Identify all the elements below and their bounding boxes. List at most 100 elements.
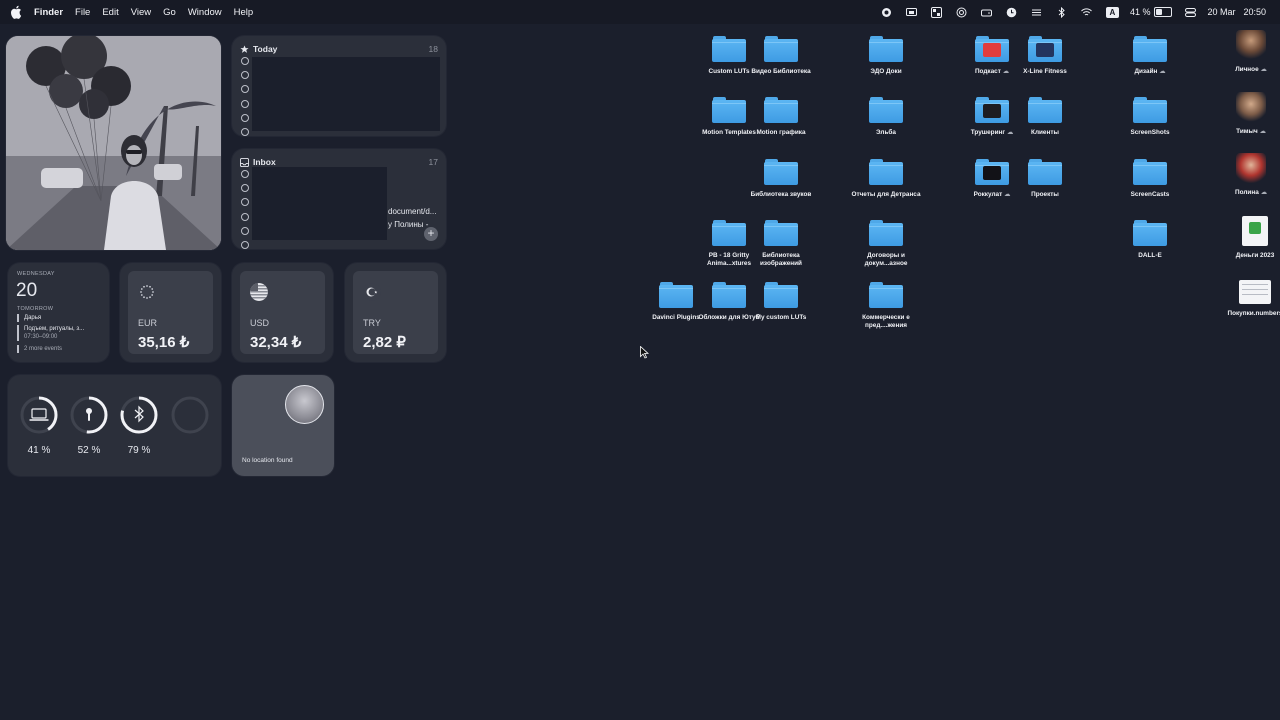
- currency-code: USD: [250, 318, 270, 328]
- desktop-folder[interactable]: X-Line Fitness: [1010, 36, 1080, 76]
- folder-icon: [712, 220, 746, 246]
- desktop-folder[interactable]: Клиенты: [1010, 97, 1080, 137]
- menu-date[interactable]: 20 Mar: [1207, 7, 1235, 17]
- eu-flag-icon: [138, 283, 156, 301]
- bluetooth-icon[interactable]: [1056, 6, 1067, 18]
- desktop-folder[interactable]: ScreenCasts: [1115, 159, 1185, 199]
- todo-checkbox[interactable]: [241, 127, 249, 136]
- calendar-event[interactable]: Подъем, ритуалы, з... 07:30–09:00: [17, 325, 84, 341]
- menu-edit[interactable]: Edit: [102, 7, 118, 18]
- folder-label: DALL-E: [1138, 252, 1162, 259]
- keyboard-input-icon[interactable]: A: [1105, 6, 1119, 18]
- todo-checkbox[interactable]: [241, 99, 249, 108]
- desktop-folder[interactable]: Отчеты для Детранса: [851, 159, 921, 199]
- todo-checkbox[interactable]: [241, 226, 249, 235]
- desktop-folder[interactable]: Проекты: [1010, 159, 1080, 199]
- todo-checkbox[interactable]: [241, 170, 249, 178]
- desktop-contact[interactable]: Личное ☁: [1216, 30, 1280, 74]
- desktop-folder[interactable]: Коммерчески е пред....жения: [851, 282, 921, 330]
- desktop-folder[interactable]: ЭДО Доки: [851, 36, 921, 76]
- folder-icon: [712, 282, 746, 308]
- todo-checkbox[interactable]: [241, 212, 249, 221]
- desktop-folder[interactable]: Эльба: [851, 97, 921, 137]
- menu-view[interactable]: View: [131, 7, 151, 18]
- menu-window[interactable]: Window: [188, 7, 222, 18]
- desktop-folder[interactable]: Договоры и докум...азное: [851, 220, 921, 268]
- folder-icon: [869, 159, 903, 185]
- target-icon[interactable]: [956, 7, 967, 18]
- menu-go[interactable]: Go: [163, 7, 176, 18]
- todo-checkbox[interactable]: [241, 113, 249, 122]
- desktop-contact[interactable]: Полина ☁: [1216, 153, 1280, 197]
- folder-icon: [764, 36, 798, 62]
- todo-checkbox[interactable]: [241, 85, 249, 94]
- desktop-folder[interactable]: Motion графика: [746, 97, 816, 137]
- todo-checkbox[interactable]: [241, 57, 249, 65]
- desktop-folder[interactable]: Davinci Plugins: [641, 282, 711, 322]
- menu-app-name[interactable]: Finder: [34, 7, 63, 18]
- battery-ring-empty: [171, 396, 209, 434]
- currency-widget-try[interactable]: TRY 2,82 ₽: [345, 263, 446, 362]
- menu-help[interactable]: Help: [234, 7, 254, 18]
- photo-widget[interactable]: [6, 36, 221, 250]
- currency-widget-eur[interactable]: EUR 35,16 ₺: [120, 263, 221, 362]
- desktop-file[interactable]: Деньги 2023: [1220, 216, 1280, 260]
- location-widget[interactable]: No location found: [232, 375, 334, 476]
- battery-icon[interactable]: [1154, 7, 1173, 17]
- menu-time[interactable]: 20:50: [1243, 7, 1266, 17]
- desktop-file[interactable]: Покупки.numbers: [1220, 280, 1280, 318]
- folder-label-text: Дизайн: [1134, 68, 1158, 75]
- desktop-contact[interactable]: Тимыч ☁: [1216, 92, 1280, 136]
- drive-icon[interactable]: [980, 7, 992, 18]
- add-task-button[interactable]: +: [424, 227, 438, 241]
- contact-label-text: Полина: [1235, 189, 1259, 196]
- folder-label: My custom LUTs: [755, 314, 807, 321]
- calendar-event[interactable]: Дарья: [17, 314, 41, 322]
- currency-code: TRY: [363, 318, 381, 328]
- battery-percent[interactable]: 41 %: [1130, 7, 1151, 17]
- record-icon[interactable]: [881, 7, 892, 18]
- clock-icon[interactable]: [1006, 7, 1017, 18]
- todo-checkbox[interactable]: [241, 198, 249, 207]
- calendar-more-events[interactable]: 2 more events: [17, 345, 62, 353]
- desktop-folder[interactable]: ScreenShots: [1115, 97, 1185, 137]
- apple-menu-icon[interactable]: [10, 5, 22, 19]
- folder-icon: [764, 282, 798, 308]
- battery-ring-airpods: [70, 396, 108, 434]
- desktop-folder[interactable]: My custom LUTs: [746, 282, 816, 322]
- folder-label: Отчеты для Детранса: [851, 191, 921, 198]
- calendar-widget[interactable]: WEDNESDAY 20 TOMORROW Дарья Подъем, риту…: [8, 263, 109, 362]
- folder-icon: [712, 36, 746, 62]
- todo-inbox-list-area: [252, 167, 387, 240]
- display-icon[interactable]: [905, 7, 917, 18]
- todo-today-count: 18: [428, 44, 438, 54]
- folder-label: Дизайн ☁: [1115, 68, 1185, 76]
- desktop-folder[interactable]: Видео Библиотека: [746, 36, 816, 76]
- desktop-folder[interactable]: Библиотека звуков: [746, 159, 816, 199]
- desktop-folder[interactable]: DALL-E: [1115, 220, 1185, 260]
- todo-checkbox[interactable]: [241, 71, 249, 80]
- folder-icon: [1028, 159, 1062, 185]
- batteries-widget[interactable]: 41 % 52 % 79 %: [8, 375, 221, 476]
- menu-bar: Finder File Edit View Go Window Help A 4…: [0, 0, 1280, 24]
- folder-icon: [869, 36, 903, 62]
- control-center-icon[interactable]: [1185, 7, 1197, 18]
- todo-today-widget[interactable]: Today 18: [232, 36, 446, 136]
- grid-app-icon[interactable]: [930, 6, 942, 18]
- folder-label: Эльба: [876, 129, 896, 136]
- wifi-icon[interactable]: [1081, 7, 1092, 18]
- folder-label: Davinci Plugins: [652, 314, 700, 321]
- todo-inbox-checkboxes: [241, 170, 249, 255]
- menu-file[interactable]: File: [75, 7, 90, 18]
- todo-inbox-widget[interactable]: Inbox 17 document/d... у Полины - +: [232, 149, 446, 249]
- currency-widget-usd[interactable]: USD 32,34 ₺: [232, 263, 333, 362]
- folder-icon: [869, 282, 903, 308]
- desktop-folder[interactable]: Библиотека изображений: [746, 220, 816, 268]
- todo-checkbox[interactable]: [241, 184, 249, 193]
- stripes-icon[interactable]: [1031, 7, 1042, 18]
- folder-label: Договоры и докум...азное: [864, 252, 908, 267]
- todo-checkbox[interactable]: [241, 240, 249, 249]
- battery-label-airpods: 52 %: [77, 445, 101, 456]
- podcast-emblem-icon: [983, 43, 1001, 57]
- desktop-folder[interactable]: Дизайн ☁: [1115, 36, 1185, 76]
